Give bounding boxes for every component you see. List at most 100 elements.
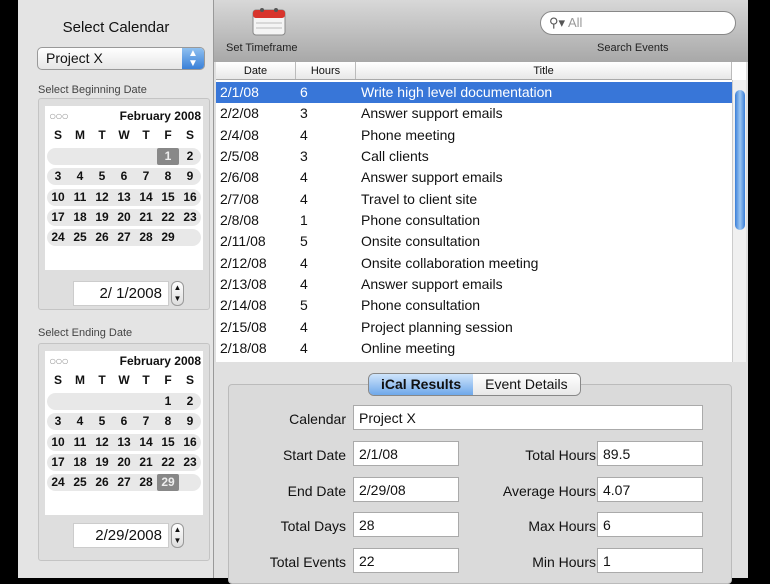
calendar-day[interactable]: 18 <box>69 454 91 471</box>
table-row[interactable]: 2/6/08 4 Answer support emails <box>216 167 732 188</box>
scrollbar-thumb[interactable] <box>735 90 745 230</box>
calendar-select[interactable]: Project X ▲ ▼ <box>37 47 205 70</box>
table-row[interactable]: 2/1/08 6 Write high level documentation <box>216 82 732 103</box>
total-days-field[interactable]: 28 <box>353 512 459 538</box>
tab-event-details[interactable]: Event Details <box>473 374 580 395</box>
calendar-day[interactable]: 1 <box>157 148 179 165</box>
calendar-day[interactable]: 1 <box>157 393 179 410</box>
calendar-day[interactable]: 9 <box>179 168 201 185</box>
calendar-day[interactable]: 28 <box>135 229 157 246</box>
day-of-week: S <box>53 128 62 142</box>
calendar-day[interactable]: 25 <box>69 229 91 246</box>
table-row[interactable]: 2/4/08 4 Phone meeting <box>216 125 732 146</box>
max-hours-field[interactable]: 6 <box>597 512 703 538</box>
calendar-day[interactable]: 5 <box>91 168 113 185</box>
calendar-day[interactable]: 23 <box>179 454 201 471</box>
calendar-day[interactable]: 6 <box>113 413 135 430</box>
calendar-day[interactable]: 13 <box>113 189 135 206</box>
column-date[interactable]: Date <box>216 62 296 79</box>
calendar-day[interactable]: 21 <box>135 454 157 471</box>
calendar-day[interactable]: 3 <box>47 413 69 430</box>
calendar-field[interactable]: Project X <box>353 405 703 430</box>
column-title[interactable]: Title <box>356 62 732 79</box>
table-row[interactable]: 2/2/08 3 Answer support emails <box>216 103 732 124</box>
calendar-day[interactable]: 10 <box>47 189 69 206</box>
calendar-day[interactable]: 6 <box>113 168 135 185</box>
calendar-day[interactable]: 29 <box>157 229 179 246</box>
calendar-day[interactable]: 15 <box>157 434 179 451</box>
events-table[interactable]: Date Hours Title 2/1/08 6 Write high level… <box>216 62 746 362</box>
search-icon: ⚲▾ <box>549 15 568 30</box>
calendar-day[interactable]: 19 <box>91 454 113 471</box>
column-hours[interactable]: Hours <box>296 62 356 79</box>
calendar-day[interactable]: 9 <box>179 413 201 430</box>
calendar-day[interactable]: 23 <box>179 209 201 226</box>
calendar-day[interactable]: 16 <box>179 434 201 451</box>
calendar-day[interactable]: 17 <box>47 209 69 226</box>
calendar-day[interactable]: 8 <box>157 413 179 430</box>
calendar-day[interactable]: 27 <box>113 474 135 491</box>
calendar-day[interactable]: 7 <box>135 168 157 185</box>
table-row[interactable]: 2/8/08 1 Phone consultation <box>216 210 732 231</box>
calendar-day[interactable]: 26 <box>91 229 113 246</box>
calendar-day[interactable]: 17 <box>47 454 69 471</box>
calendar-day[interactable]: 7 <box>135 413 157 430</box>
end-date-stepper[interactable]: ▲ ▼ <box>171 523 184 548</box>
calendar-day[interactable]: 2 <box>179 393 201 410</box>
min-hours-label: Min Hours <box>532 554 596 571</box>
table-row[interactable]: 2/13/08 4 Answer support emails <box>216 274 732 295</box>
calendar-day[interactable]: 25 <box>69 474 91 491</box>
begin-calendar[interactable]: ○○○ February 2008 S M T W T F S 1 2 3 4 5 6 7 8 9 10 11 12 13… <box>45 106 203 270</box>
calendar-day[interactable]: 24 <box>47 474 69 491</box>
begin-date-stepper[interactable]: ▲ ▼ <box>171 281 184 306</box>
calendar-day[interactable]: 2 <box>179 148 201 165</box>
start-date-field[interactable]: 2/1/08 <box>353 441 459 466</box>
table-scrollbar[interactable] <box>732 80 746 362</box>
calendar-day[interactable]: 3 <box>47 168 69 185</box>
calendar-day[interactable]: 22 <box>157 209 179 226</box>
tab-ical-results[interactable]: iCal Results <box>369 374 474 395</box>
calendar-day[interactable]: 11 <box>69 189 91 206</box>
calendar-day[interactable]: 20 <box>113 454 135 471</box>
table-row[interactable]: 2/15/08 4 Project planning session <box>216 317 732 338</box>
calendar-day[interactable]: 27 <box>113 229 135 246</box>
table-row[interactable]: 2/12/08 4 Onsite collaboration meeting <box>216 253 732 274</box>
search-input[interactable]: ⚲▾ All <box>540 11 736 35</box>
calendar-day[interactable]: 14 <box>135 189 157 206</box>
total-events-field[interactable]: 22 <box>353 548 459 574</box>
calendar-day[interactable]: 4 <box>69 413 91 430</box>
calendar-day[interactable]: 12 <box>91 434 113 451</box>
calendar-day[interactable]: 19 <box>91 209 113 226</box>
table-row[interactable]: 2/14/08 5 Phone consultation <box>216 295 732 316</box>
table-row[interactable]: 2/5/08 3 Call clients <box>216 146 732 167</box>
calendar-day[interactable]: 10 <box>47 434 69 451</box>
calendar-day[interactable]: 5 <box>91 413 113 430</box>
table-row[interactable]: 2/18/08 4 Online meeting <box>216 338 732 359</box>
calendar-day[interactable]: 14 <box>135 434 157 451</box>
calendar-day[interactable]: 29 <box>157 474 179 492</box>
calendar-day[interactable]: 8 <box>157 168 179 185</box>
calendar-day[interactable]: 26 <box>91 474 113 491</box>
calendar-day[interactable]: 4 <box>69 168 91 185</box>
total-hours-field[interactable]: 89.5 <box>597 441 703 466</box>
begin-date-field[interactable]: 2/ 1/2008 <box>73 281 169 306</box>
calendar-day[interactable]: 13 <box>113 434 135 451</box>
min-hours-field[interactable]: 1 <box>597 548 703 574</box>
calendar-day[interactable]: 11 <box>69 434 91 451</box>
average-hours-field[interactable]: 4.07 <box>597 476 703 502</box>
table-row[interactable]: 2/7/08 4 Travel to client site <box>216 189 732 210</box>
calendar-day[interactable]: 20 <box>113 209 135 226</box>
end-date-field[interactable]: 2/29/2008 <box>73 523 169 548</box>
set-timeframe-button[interactable]: Set Timeframe <box>224 0 314 60</box>
calendar-day[interactable]: 28 <box>135 474 157 491</box>
calendar-day[interactable]: 18 <box>69 209 91 226</box>
calendar-day[interactable]: 22 <box>157 454 179 471</box>
calendar-day[interactable]: 21 <box>135 209 157 226</box>
end-date-field[interactable]: 2/29/08 <box>353 476 459 502</box>
calendar-day[interactable]: 24 <box>47 229 69 246</box>
table-row[interactable]: 2/11/08 5 Onsite consultation <box>216 231 732 252</box>
calendar-day[interactable]: 12 <box>91 189 113 206</box>
calendar-day[interactable]: 15 <box>157 189 179 206</box>
end-calendar[interactable]: ○○○ February 2008 S M T W T F S 1 2 3 4 5 6 7 8 9 10 11 12 13… <box>45 351 203 515</box>
calendar-day[interactable]: 16 <box>179 189 201 206</box>
